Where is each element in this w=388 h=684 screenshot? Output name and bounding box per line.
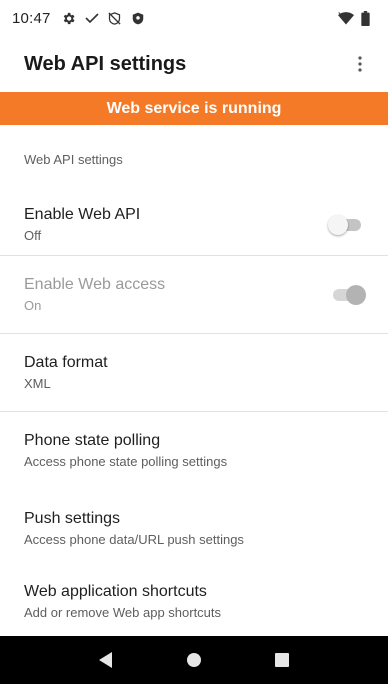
navigation-bar — [0, 636, 388, 684]
service-status-text: Web service is running — [106, 99, 282, 117]
recents-icon[interactable] — [270, 648, 294, 672]
home-icon[interactable] — [182, 648, 206, 672]
status-time: 10:47 — [12, 9, 51, 27]
settings-list: Web API settings Enable Web API Off Enab… — [0, 125, 388, 636]
switch-thumb — [346, 284, 366, 305]
pref-title: Phone state polling — [24, 432, 161, 449]
pref-title: Web application shortcuts — [24, 583, 207, 600]
pref-data-format[interactable]: Data format XML — [0, 334, 388, 412]
status-bar: 10:47 — [0, 0, 388, 36]
switch-thumb — [328, 215, 348, 235]
section-header: Web API settings — [24, 152, 123, 167]
pref-summary: Off — [24, 228, 42, 243]
service-status-banner: Web service is running — [0, 92, 388, 125]
enable-web-api-switch[interactable] — [328, 215, 364, 235]
wifi-icon — [338, 10, 354, 26]
pref-push-settings[interactable]: Push settings Access phone data/URL push… — [0, 490, 388, 568]
battery-icon — [357, 10, 373, 26]
pref-summary: XML — [24, 375, 51, 391]
pref-summary: Access phone data/URL push settings — [24, 532, 244, 547]
page-title: Web API settings — [24, 52, 187, 75]
pref-web-app-shortcuts[interactable]: Web application shortcuts Add or remove … — [0, 568, 388, 636]
shield-icon — [130, 10, 146, 26]
pref-phone-state-polling[interactable]: Phone state polling Access phone state p… — [0, 412, 388, 490]
enable-web-access-switch[interactable] — [330, 284, 366, 305]
shield-off-icon — [107, 10, 123, 26]
gear-icon — [61, 10, 77, 26]
check-icon — [84, 10, 100, 26]
pref-title: Enable Web API — [24, 206, 141, 223]
pref-summary: Add or remove Web app shortcuts — [24, 605, 222, 620]
app-bar: Web API settings — [0, 36, 388, 92]
pref-summary: On — [24, 297, 42, 313]
pref-enable-web-access[interactable]: Enable Web access On — [0, 256, 388, 334]
pref-title: Data format — [24, 353, 108, 371]
more-vert-icon[interactable] — [348, 52, 372, 76]
pref-title: Push settings — [24, 510, 121, 527]
pref-enable-web-api[interactable]: Enable Web API Off — [0, 195, 388, 256]
pref-summary: Access phone state polling settings — [24, 454, 228, 469]
back-icon[interactable] — [94, 648, 118, 672]
pref-title: Enable Web access — [24, 275, 166, 293]
status-right-icons — [338, 10, 376, 26]
